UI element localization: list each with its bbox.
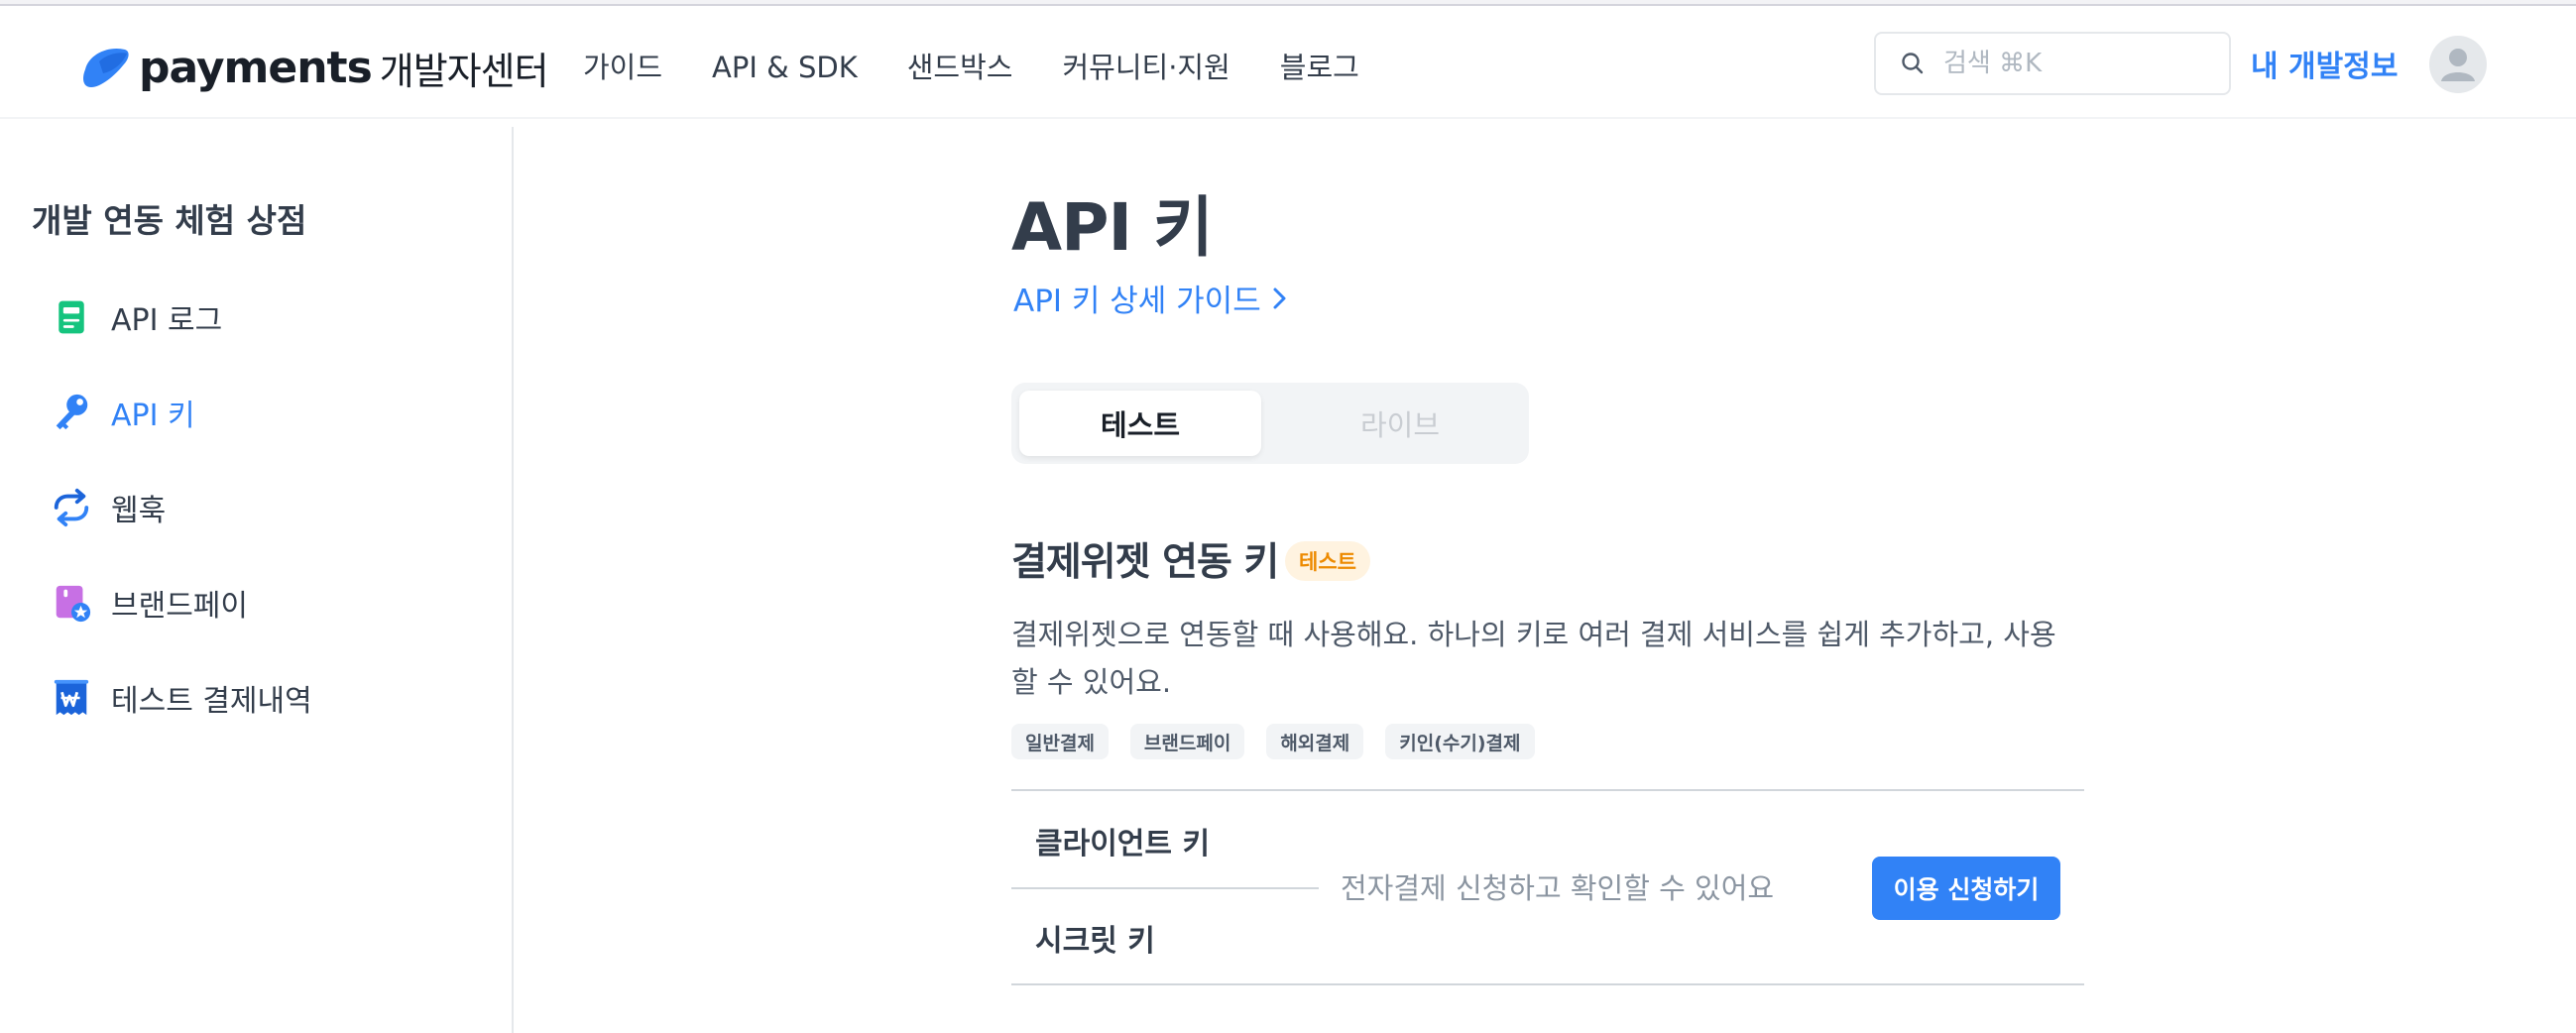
chip-brandpay: 브랜드페이 [1129,724,1245,759]
nav-api-sdk[interactable]: API & SDK [712,44,858,91]
secret-key-label: 시크릿 키 [1035,924,1155,959]
sidebar-item-label: 브랜드페이 [111,589,248,624]
status-badge: 테스트 [1285,541,1370,581]
section-description: 결제위젯으로 연동할 때 사용해요. 하나의 키로 여러 결제 서비스를 쉽게 … [1011,618,2056,699]
page-title: API 키 [1011,189,1214,266]
api-key-guide-link[interactable]: API 키 상세 가이드 [1013,276,1291,320]
receipt-icon [50,676,93,720]
sidebar-item-label: 테스트 결제내역 [111,684,312,719]
client-key-label: 클라이언트 키 [1035,827,1211,861]
document-icon [50,295,93,339]
main-nav: 가이드 API & SDK 샌드박스 커뮤니티·지원 블로그 [583,44,1409,91]
logo-subtitle: 개발자센터 [379,49,549,93]
user-icon [2441,49,2475,81]
nav-community-support[interactable]: 커뮤니티·지원 [1062,44,1229,91]
sidebar-title: 개발 연동 체험 상점 [32,201,307,240]
sidebar-item-webhook[interactable]: 웹훅 [50,478,166,537]
key-table: 클라이언트 키 시크릿 키 전자결제 신청하고 확인할 수 있어요 이용 신청하… [1011,789,2084,985]
search-input[interactable] [1943,49,2201,78]
tab-live[interactable]: 라이브 [1279,391,1521,456]
sidebar-item-label: API 키 [111,399,195,433]
logo[interactable]: payments 개발자센터 [79,38,549,97]
brandpay-icon [50,581,93,625]
sidebar-item-api-key[interactable]: API 키 [50,383,195,442]
avatar[interactable] [2429,36,2487,93]
sidebar-item-label: 웹훅 [111,494,167,528]
nav-guide[interactable]: 가이드 [583,44,662,91]
search-box[interactable] [1874,32,2231,95]
guide-link-label: API 키 상세 가이드 [1013,284,1261,319]
key-divider [1011,887,1319,889]
logo-wordmark: payments [139,42,373,93]
sidebar: 개발 연동 체험 상점 API 로그 API 키 웹훅 브랜드페이 테스트 결제… [0,127,514,1033]
key-icon [50,391,93,434]
section-title: 결제위젯 연동 키 [1011,540,1279,585]
nav-blog[interactable]: 블로그 [1280,44,1359,91]
environment-tabs: 테스트 라이브 [1011,383,1529,464]
apply-button[interactable]: 이용 신청하기 [1872,857,2060,920]
top-header: payments 개발자센터 가이드 API & SDK 샌드박스 커뮤니티·지… [0,8,2576,119]
search-icon [1902,53,1924,74]
nav-sandbox[interactable]: 샌드박스 [907,44,1013,91]
chip-overseas-payment: 해외결제 [1266,724,1364,759]
sidebar-item-test-payments[interactable]: 테스트 결제내역 [50,668,312,728]
my-dev-info-link[interactable]: 내 개발정보 [2251,44,2398,91]
supported-services: 일반결제 브랜드페이 해외결제 키인(수기)결제 [1011,724,1557,759]
chevron-right-icon [1273,287,1286,308]
sidebar-item-api-log[interactable]: API 로그 [50,287,222,347]
tab-test[interactable]: 테스트 [1019,391,1261,456]
refresh-icon [50,486,93,529]
chip-keyin-payment: 키인(수기)결제 [1385,724,1535,759]
sidebar-item-brandpay[interactable]: 브랜드페이 [50,573,248,632]
toss-logo-icon [83,48,129,87]
chip-general-payment: 일반결제 [1011,724,1109,759]
window-top-border [0,0,2576,6]
sidebar-item-label: API 로그 [111,303,223,338]
key-status-message: 전자결제 신청하고 확인할 수 있어요 [1341,871,1775,905]
